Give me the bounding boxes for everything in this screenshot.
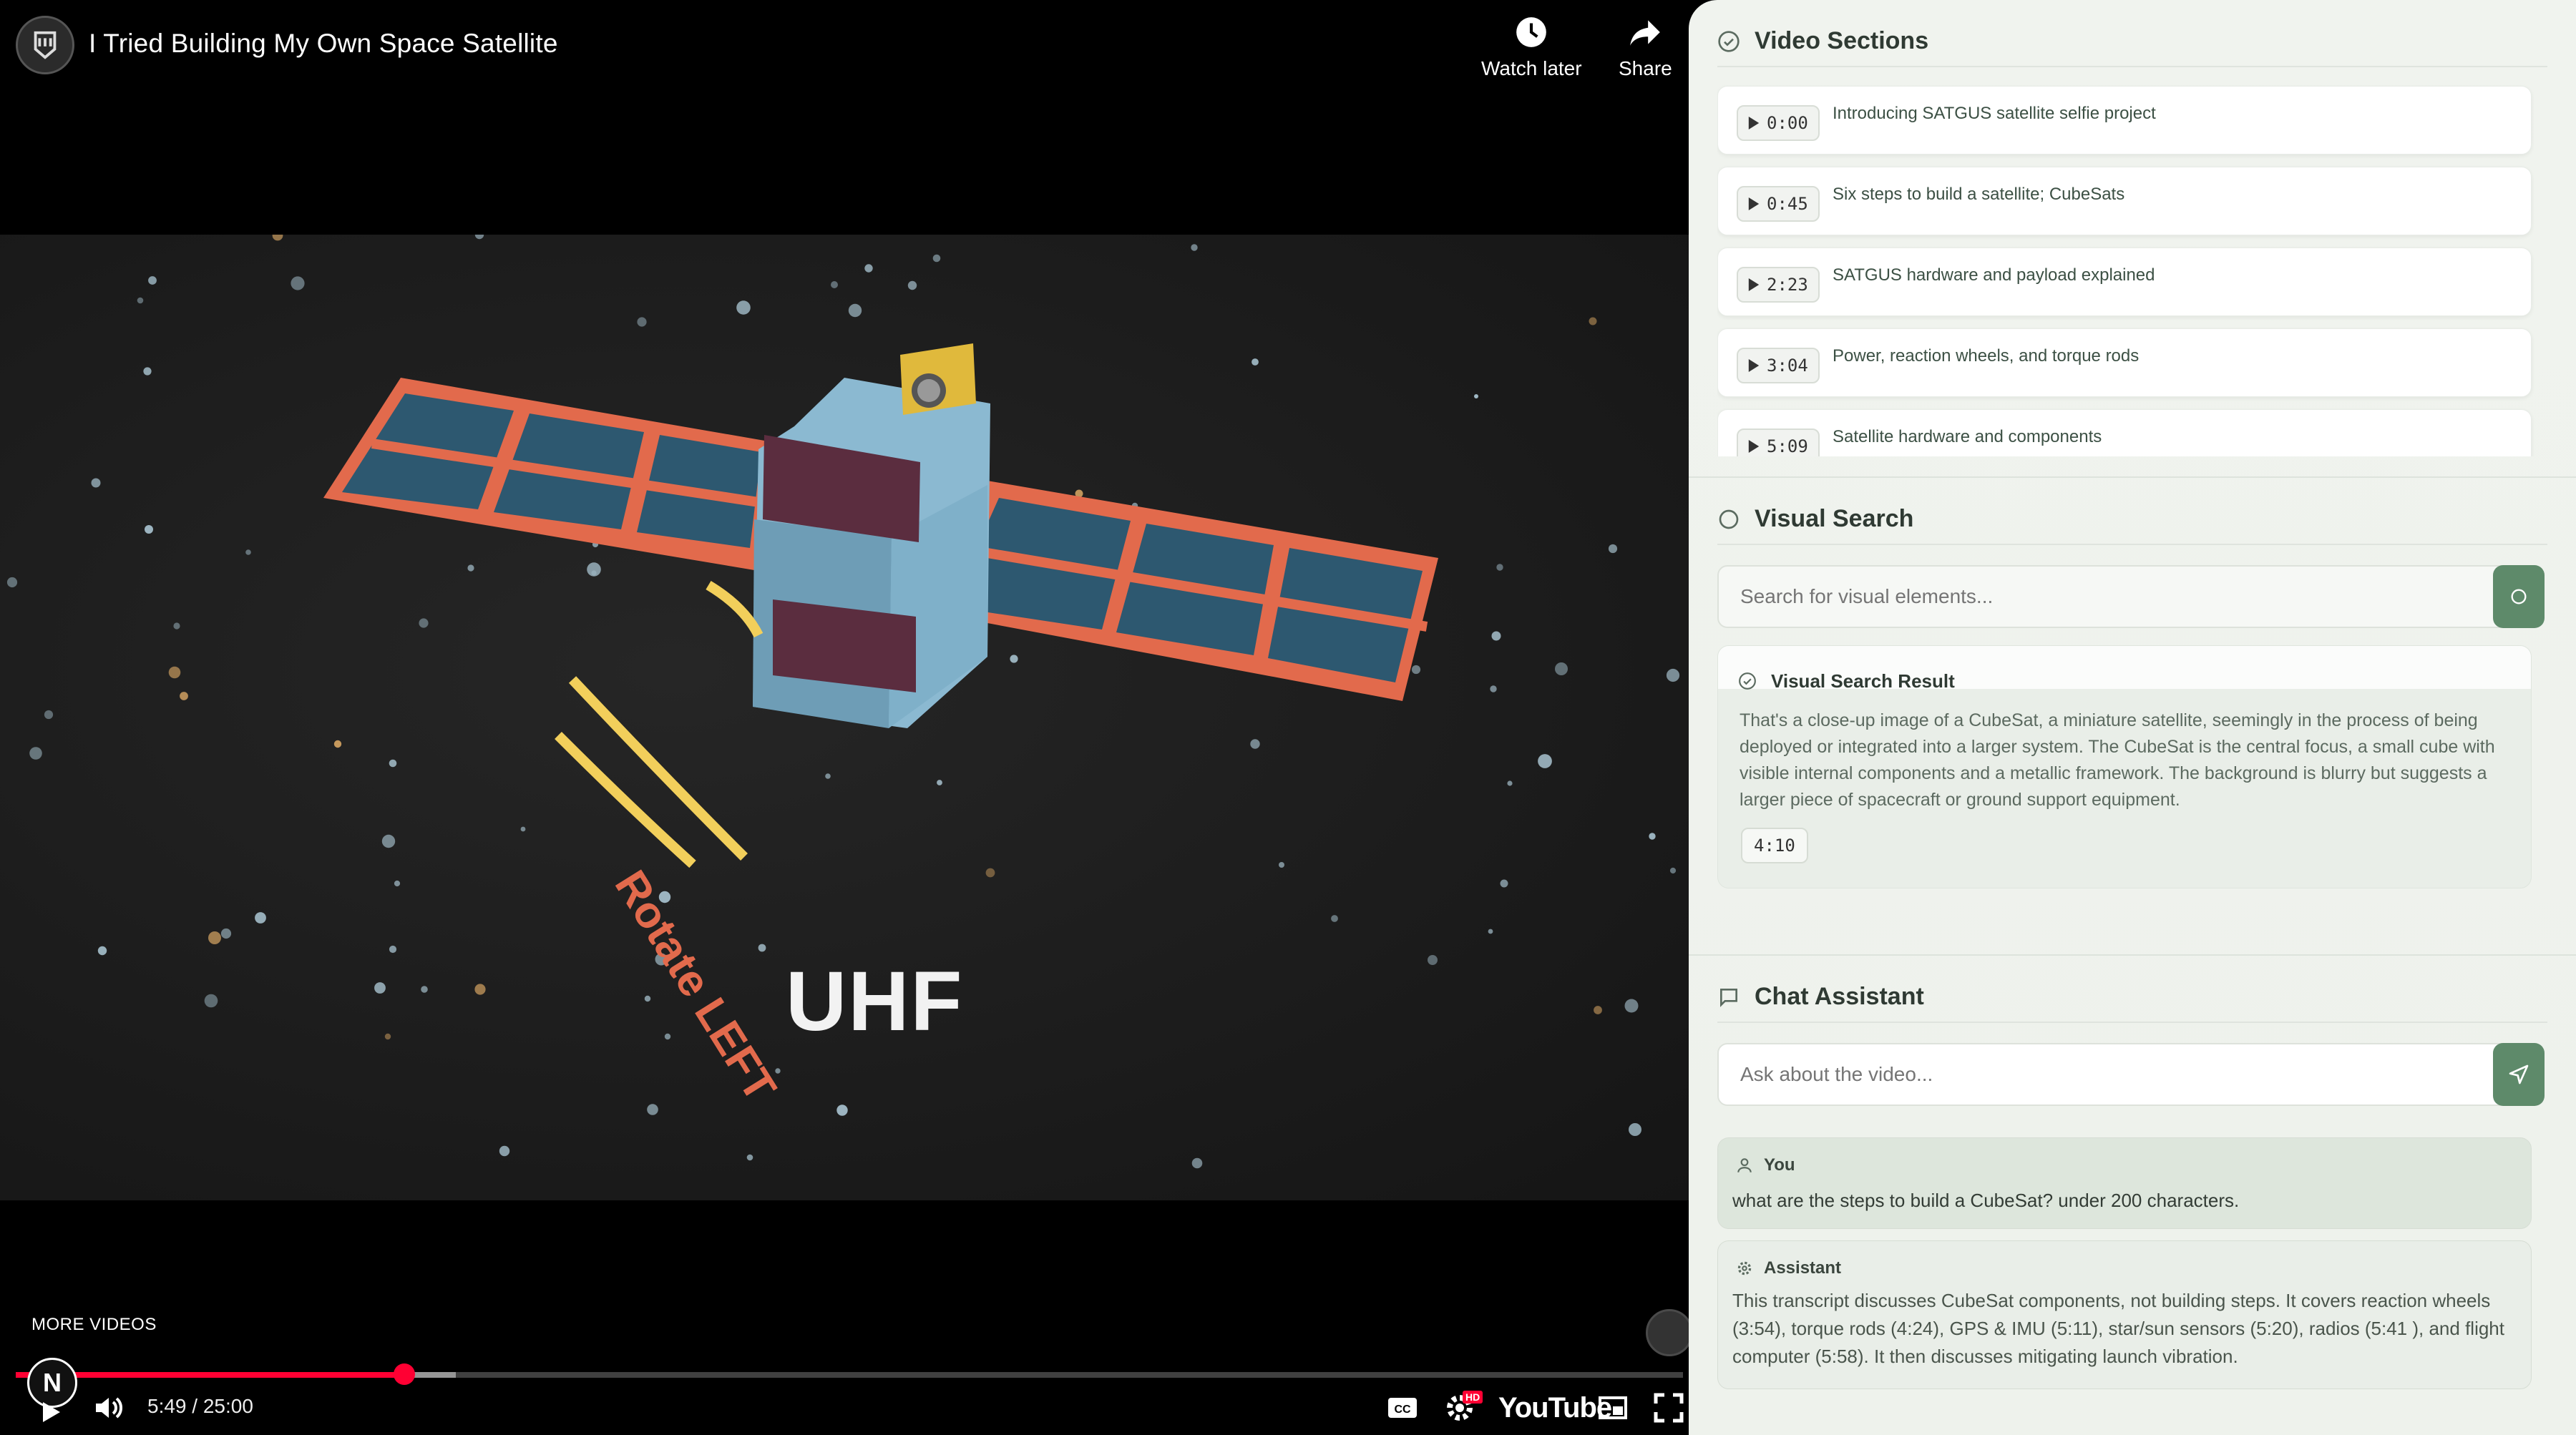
timestamp-text: 2:23	[1767, 275, 1808, 295]
more-videos-label[interactable]: MORE VIDEOS	[31, 1315, 157, 1335]
channel-watermark-icon[interactable]	[1646, 1309, 1689, 1356]
visual-search-button[interactable]	[2493, 565, 2545, 628]
captions-button[interactable]: CC	[1385, 1391, 1420, 1425]
volume-icon	[96, 1397, 122, 1419]
timestamp-text: 3:04	[1767, 356, 1808, 376]
watch-later-button[interactable]: Watch later	[1481, 14, 1582, 80]
satellite-illustration	[323, 343, 1438, 868]
fullscreen-button[interactable]	[1652, 1391, 1686, 1425]
play-icon	[1748, 440, 1760, 453]
message-text: This transcript discusses CubeSat compon…	[1732, 1290, 2504, 1367]
chat-assistant-title: Chat Assistant	[1755, 983, 1924, 1010]
video-sections-header: Video Sections	[1717, 27, 1928, 55]
section-label: Power, reaction wheels, and torque rods	[1833, 346, 2140, 366]
send-icon	[2509, 1064, 2529, 1084]
video-sections-list[interactable]: 0:00 Introducing SATGUS satellite selfie…	[1717, 84, 2539, 456]
send-button[interactable]	[2493, 1043, 2545, 1106]
volume-button[interactable]	[92, 1391, 126, 1425]
chat-input[interactable]	[1717, 1043, 2510, 1106]
time-display: 5:49 / 25:00	[147, 1395, 253, 1417]
divider	[1689, 954, 2576, 956]
section-label: Satellite hardware and components	[1833, 427, 2102, 446]
player-top-bar: I Tried Building My Own Space Satellite …	[0, 0, 1689, 93]
section-item[interactable]: 3:04 Power, reaction wheels, and torque …	[1717, 328, 2532, 397]
chat-assistant-header: Chat Assistant	[1717, 983, 1924, 1011]
timestamp-button[interactable]: 5:09	[1737, 428, 1820, 456]
uhf-label: UHF	[786, 954, 964, 1049]
video-sections-title: Video Sections	[1755, 27, 1929, 54]
author-name: You	[1764, 1155, 1795, 1175]
video-player[interactable]: Rotate LEFT UHF I Tried Building My Own …	[0, 0, 1689, 1435]
check-circle-icon	[1739, 672, 1756, 690]
left-solar-panel	[323, 378, 773, 571]
message-author: You	[1735, 1155, 1795, 1175]
gear-icon	[1737, 1261, 1752, 1275]
visual-search-result: Visual Search Result That's a close-up i…	[1717, 645, 2532, 888]
video-title[interactable]: I Tried Building My Own Space Satellite	[89, 29, 558, 59]
miniplayer-icon	[1599, 1396, 1627, 1419]
message-text: what are the steps to build a CubeSat? u…	[1732, 1190, 2240, 1211]
youtube-logo[interactable]: YouTube	[1498, 1392, 1612, 1424]
search-circle-icon	[2511, 589, 2527, 604]
visual-search-input[interactable]	[1717, 565, 2510, 628]
play-icon	[43, 1402, 60, 1422]
section-label: Six steps to build a satellite; CubeSats	[1833, 185, 2125, 204]
hd-badge: HD	[1463, 1391, 1483, 1404]
watch-later-label: Watch later	[1481, 57, 1582, 79]
timestamp-button[interactable]: 3:04	[1737, 348, 1820, 383]
author-name: Assistant	[1764, 1258, 1842, 1278]
user-icon	[1737, 1158, 1752, 1172]
side-panel: Video Sections 0:00 Introducing SATGUS s…	[1689, 0, 2576, 1435]
section-item[interactable]: 0:00 Introducing SATGUS satellite selfie…	[1717, 86, 2532, 155]
result-title: Visual Search Result	[1771, 670, 1955, 692]
share-label: Share	[1619, 57, 1672, 79]
section-label: SATGUS hardware and payload explained	[1833, 265, 2155, 285]
right-solar-panel	[930, 481, 1438, 701]
check-circle-icon	[1718, 30, 1740, 52]
divider	[1717, 66, 2547, 67]
channel-logo-icon[interactable]	[16, 16, 74, 74]
share-arrow-icon	[1630, 20, 1661, 46]
play-icon	[1748, 117, 1760, 129]
clock-icon	[1516, 17, 1547, 47]
play-button[interactable]	[33, 1395, 67, 1429]
timestamp-button[interactable]: 0:45	[1737, 186, 1820, 222]
visual-search-header: Visual Search	[1717, 505, 1913, 533]
message-author: Assistant	[1735, 1258, 1841, 1278]
section-item[interactable]: 2:23 SATGUS hardware and payload explain…	[1717, 248, 2532, 316]
chat-bubble-icon	[1720, 988, 1737, 1007]
progress-scrubber[interactable]	[393, 1363, 415, 1385]
section-label: Introducing SATGUS satellite selfie proj…	[1833, 104, 2156, 123]
divider	[1689, 476, 2576, 478]
miniplayer-button[interactable]	[1596, 1391, 1630, 1425]
chat-message-assistant: Assistant This transcript discusses Cube…	[1717, 1240, 2532, 1389]
video-frame[interactable]: Rotate LEFT UHF	[0, 235, 1689, 1200]
timestamp-button[interactable]: 0:00	[1737, 105, 1820, 141]
timestamp-button[interactable]: 2:23	[1737, 267, 1820, 303]
svg-text:CC: CC	[1394, 1404, 1411, 1416]
circle-icon	[1719, 509, 1739, 529]
captions-icon: CC	[1388, 1398, 1417, 1418]
timestamp-text: 0:00	[1767, 113, 1808, 133]
progress-bar[interactable]	[16, 1363, 1683, 1385]
divider	[1717, 544, 2547, 545]
share-button[interactable]: Share	[1619, 14, 1672, 80]
divider	[1717, 1022, 2547, 1023]
timestamp-text: 5:09	[1767, 436, 1808, 456]
timestamp-text: 0:45	[1767, 194, 1808, 214]
result-text: That's a close-up image of a CubeSat, a …	[1740, 710, 2495, 810]
chat-message-user: You what are the steps to build a CubeSa…	[1717, 1137, 2532, 1229]
play-icon	[1748, 359, 1760, 372]
play-icon	[1748, 278, 1760, 291]
result-timestamp-button[interactable]: 4:10	[1741, 828, 1808, 863]
section-item[interactable]: 5:09 Satellite hardware and components	[1717, 409, 2532, 456]
visual-search-title: Visual Search	[1755, 505, 1914, 532]
play-icon	[1748, 197, 1760, 210]
section-item[interactable]: 0:45 Six steps to build a satellite; Cub…	[1717, 167, 2532, 235]
fullscreen-icon	[1654, 1393, 1684, 1423]
